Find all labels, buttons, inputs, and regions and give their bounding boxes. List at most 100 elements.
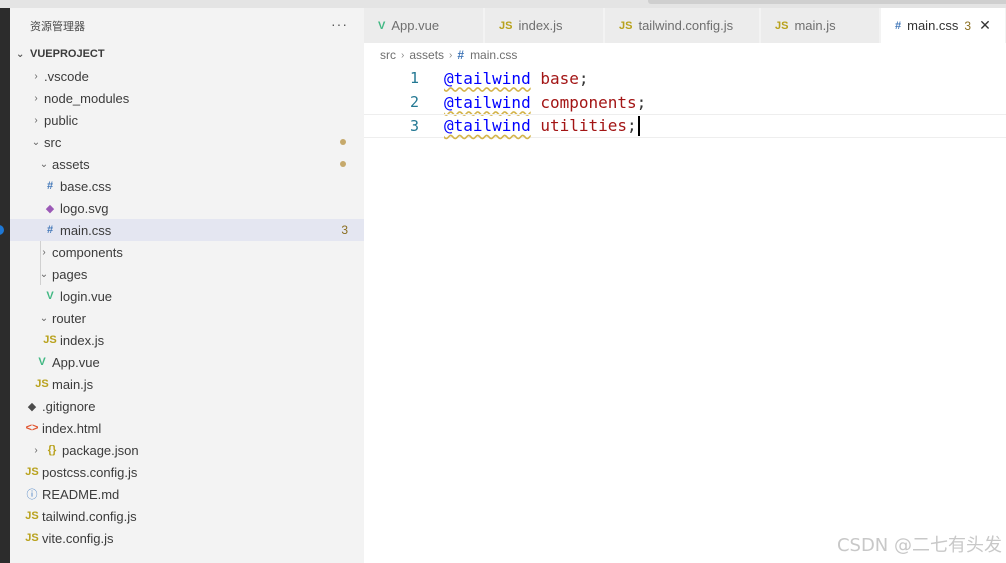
info-file-icon: ⓘ [26, 489, 38, 501]
tree-item-router[interactable]: ⌄ router [10, 307, 364, 329]
tree-item-label: main.js [52, 376, 94, 392]
tree-item-label: index.html [42, 420, 102, 436]
chevron-down-icon: ⌄ [31, 136, 41, 148]
tree-item-gitignore[interactable]: ◆ .gitignore [10, 395, 364, 417]
more-actions-icon[interactable]: ··· [331, 16, 348, 32]
tree-item-node-modules[interactable]: › node_modules [10, 87, 364, 109]
css-file-icon: # [46, 224, 54, 236]
css-file-icon: # [895, 19, 902, 32]
at-rule-argument: utilities [540, 115, 628, 135]
chevron-down-icon: ⌄ [16, 48, 25, 60]
tree-item-package-json[interactable]: › {} package.json [10, 439, 364, 461]
tab-tailwind-config[interactable]: JS tailwind.config.js [605, 8, 760, 43]
tree-item-label: postcss.config.js [42, 464, 138, 480]
active-indicator [0, 225, 4, 235]
tree-item-index-js[interactable]: JS index.js [10, 329, 364, 351]
json-file-icon: {} [47, 444, 57, 456]
tree-item-label: pages [52, 266, 88, 282]
tree-item-label: components [52, 244, 123, 260]
explorer-title: 资源管理器 [30, 21, 85, 33]
tab-app-vue[interactable]: V App.vue [364, 8, 484, 43]
explorer-header: 资源管理器 ··· [10, 8, 364, 44]
js-file-icon: JS [25, 532, 39, 544]
tab-main-css[interactable]: # main.css 3 ✕ [881, 8, 1006, 43]
tree-item-pages[interactable]: ⌄ pages [10, 263, 364, 285]
breadcrumb-item[interactable]: main.css [470, 48, 517, 62]
js-file-icon: JS [25, 510, 39, 522]
git-file-icon: ◆ [27, 400, 37, 413]
tree-item-label: README.md [42, 486, 120, 502]
js-file-icon: JS [619, 19, 633, 32]
chevron-right-icon: › [34, 444, 38, 456]
code-line[interactable]: 1 @tailwind base; [364, 66, 1006, 90]
chevron-down-icon: ⌄ [39, 268, 49, 280]
text-cursor [637, 116, 640, 137]
chevron-right-icon: › [34, 70, 38, 82]
chevron-right-icon: › [34, 92, 38, 104]
tree-item-login-vue[interactable]: V login.vue [10, 285, 364, 307]
tab-label: index.js [518, 18, 563, 33]
vue-file-icon: V [46, 290, 54, 302]
tree-item-assets[interactable]: ⌄ assets [10, 153, 364, 175]
line-number: 1 [409, 69, 419, 87]
chevron-right-icon: › [34, 114, 38, 126]
breadcrumb-item[interactable]: assets [409, 48, 444, 62]
tree-item-label: router [52, 310, 86, 326]
tree-item-label: login.vue [60, 288, 113, 304]
tree-item-label: node_modules [44, 90, 130, 106]
tree-item-tailwind-config[interactable]: JS tailwind.config.js [10, 505, 364, 527]
vue-file-icon: V [38, 356, 46, 368]
tree-item-readme[interactable]: ⓘ README.md [10, 483, 364, 505]
tree-item-label: App.vue [52, 354, 100, 370]
explorer-sidebar: 资源管理器 ··· ⌄ VUEPROJECT › .vscode › node_… [10, 8, 364, 563]
tree-item-label: index.js [60, 332, 105, 348]
tree-item-index-html[interactable]: <> index.html [10, 417, 364, 439]
tree-item-label: public [44, 112, 78, 128]
tree-item-postcss-config[interactable]: JS postcss.config.js [10, 461, 364, 483]
chevron-right-icon: › [42, 246, 46, 258]
tab-label: App.vue [391, 18, 440, 33]
tree-item-label: .gitignore [42, 398, 96, 414]
tree-item-app-vue[interactable]: V App.vue [10, 351, 364, 373]
tree-item-main-js[interactable]: JS main.js [10, 373, 364, 395]
activity-bar [0, 8, 10, 563]
tree-item-vite-config[interactable]: JS vite.config.js [10, 527, 364, 549]
js-file-icon: JS [25, 466, 39, 478]
tree-item-label: assets [52, 156, 90, 172]
semicolon: ; [636, 92, 647, 112]
css-file-icon: # [457, 48, 465, 62]
tree-item-label: base.css [60, 178, 112, 194]
tree-item-components[interactable]: › components [10, 241, 364, 263]
tree-item-src[interactable]: ⌄ src [10, 131, 364, 153]
code-content: @tailwind components; [444, 93, 646, 112]
line-number: 3 [409, 117, 419, 135]
svg-file-icon: ◆ [45, 202, 55, 215]
tree-item-label: .vscode [44, 68, 89, 84]
tree-item-logo-svg[interactable]: ◆ logo.svg [10, 197, 364, 219]
window-top-strip [0, 0, 1006, 8]
js-file-icon: JS [35, 378, 49, 390]
project-root-label: VUEPROJECT [30, 48, 105, 60]
project-root[interactable]: ⌄ VUEPROJECT [10, 44, 364, 64]
tab-label: main.js [794, 18, 836, 33]
tab-index-js[interactable]: JS index.js [485, 8, 604, 43]
code-line[interactable]: 2 @tailwind components; [364, 90, 1006, 114]
tab-label: main.css [907, 18, 959, 33]
title-bar-segment [648, 0, 1006, 4]
css-file-icon: # [46, 180, 54, 192]
chevron-right-icon: › [401, 49, 405, 61]
code-line-current[interactable]: 3 @tailwind utilities; [364, 114, 1006, 138]
tree-item-label: logo.svg [60, 200, 109, 216]
tree-item-public[interactable]: › public [10, 109, 364, 131]
chevron-down-icon: ⌄ [39, 312, 49, 324]
tree-item-main-css[interactable]: # main.css 3 [10, 219, 364, 241]
close-icon[interactable]: ✕ [979, 17, 991, 34]
breadcrumb: src › assets › # main.css [380, 44, 517, 66]
tab-main-js[interactable]: JS main.js [761, 8, 880, 43]
tree-item-base-css[interactable]: # base.css [10, 175, 364, 197]
breadcrumb-item[interactable]: src [380, 48, 396, 62]
tree-item-vscode[interactable]: › .vscode [10, 65, 364, 87]
code-content: @tailwind base; [444, 69, 589, 88]
at-rule-argument: base [540, 68, 579, 88]
at-rule-argument: components [540, 92, 637, 112]
